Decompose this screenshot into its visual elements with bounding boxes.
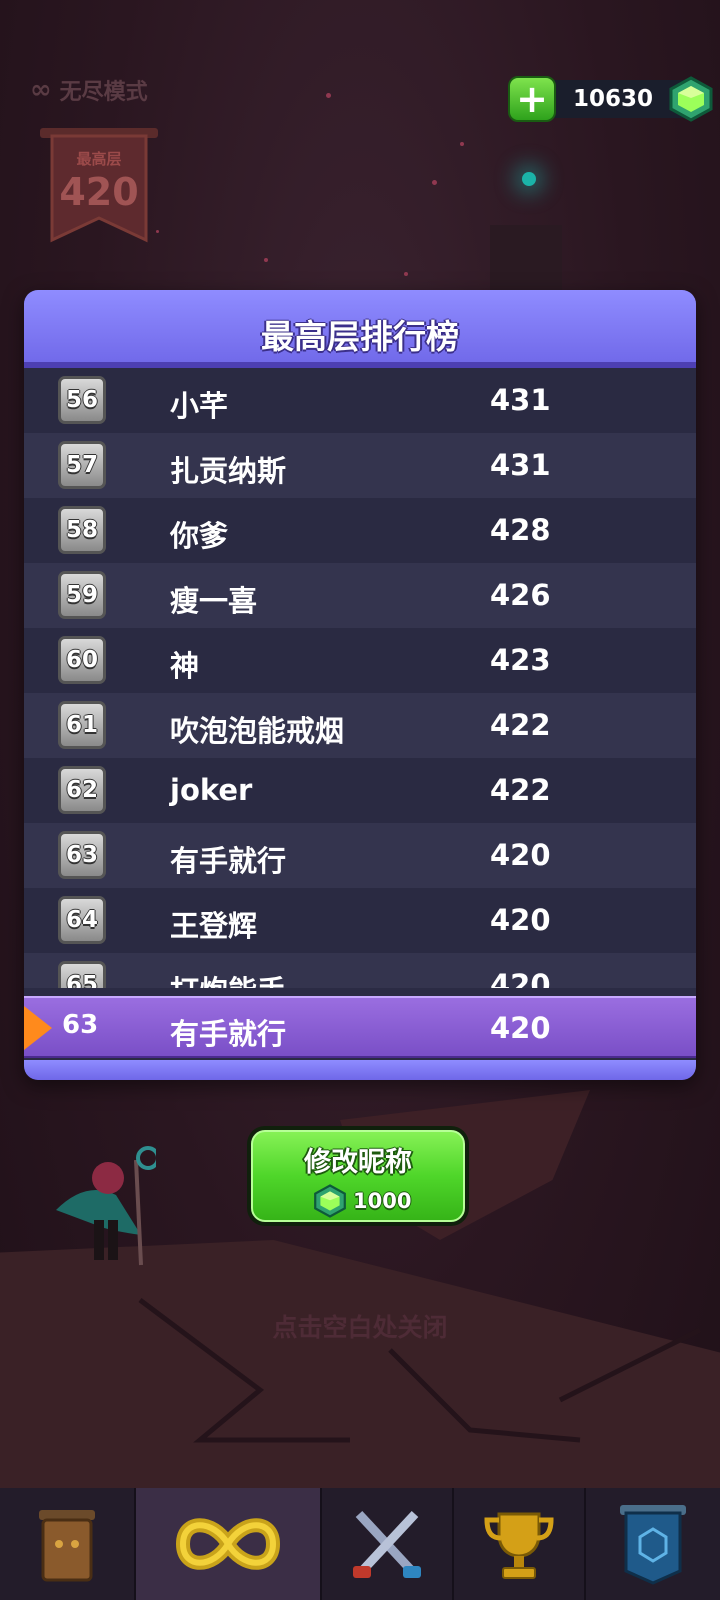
player-score: 420 bbox=[490, 838, 551, 872]
infinity-icon bbox=[175, 1518, 281, 1570]
table-row: 65 打炮能手 420 bbox=[24, 953, 696, 988]
close-hint[interactable]: 点击空白处关闭 bbox=[0, 1308, 720, 1344]
rank-badge: 56 bbox=[58, 376, 106, 424]
rank-badge: 62 bbox=[58, 766, 106, 814]
player-name: 打炮能手 bbox=[170, 968, 286, 988]
crossed-swords-icon bbox=[353, 1510, 421, 1578]
current-player-arrow-icon bbox=[24, 1006, 52, 1050]
leaderboard-list[interactable]: 56 小芊 431 57 扎贡纳斯 431 58 你爹 428 59 瘦一喜 4… bbox=[24, 368, 696, 988]
table-row: 64 王登辉 420 bbox=[24, 888, 696, 953]
player-name: 你爹 bbox=[170, 519, 229, 553]
table-row: 62 joker 422 bbox=[24, 758, 696, 823]
player-score: 423 bbox=[490, 643, 551, 677]
rank-badge: 65 bbox=[58, 961, 106, 988]
my-score: 420 bbox=[490, 1011, 551, 1045]
rank-badge: 57 bbox=[58, 441, 106, 489]
player-name: 小芊 bbox=[170, 389, 229, 423]
best-floor-banner: 最高层 420 bbox=[40, 128, 158, 246]
player-score: 428 bbox=[490, 513, 551, 547]
leaderboard-title: 最高层排行榜 bbox=[261, 317, 459, 356]
my-rank-row: 63 有手就行 420 bbox=[24, 996, 696, 1058]
player-name: 瘦一喜 bbox=[170, 584, 258, 618]
player-score: 422 bbox=[490, 708, 551, 742]
nav-endless[interactable] bbox=[136, 1488, 322, 1600]
rank-badge: 64 bbox=[58, 896, 106, 944]
panel-footer bbox=[24, 1060, 696, 1080]
rank-badge: 60 bbox=[58, 636, 106, 684]
table-row: 57 扎贡纳斯 431 bbox=[24, 433, 696, 498]
rank-badge: 61 bbox=[58, 701, 106, 749]
nav-battle[interactable] bbox=[322, 1488, 454, 1600]
rename-button[interactable]: 修改昵称 1000 bbox=[247, 1126, 469, 1226]
my-name: 有手就行 bbox=[170, 1017, 287, 1051]
player-score: 426 bbox=[490, 578, 551, 612]
rank-badge: 58 bbox=[58, 506, 106, 554]
plus-icon: + bbox=[516, 77, 548, 121]
infinity-icon: ∞ bbox=[30, 75, 52, 105]
rename-label: 修改昵称 bbox=[304, 1147, 412, 1178]
table-row: 63 有手就行 420 bbox=[24, 823, 696, 888]
leaderboard-panel: 最高层排行榜 56 小芊 431 57 扎贡纳斯 431 58 你爹 428 5… bbox=[24, 290, 696, 1080]
rank-badge: 63 bbox=[58, 831, 106, 879]
gem-currency: 10630 + bbox=[508, 76, 713, 122]
add-gems-button[interactable]: + bbox=[508, 76, 556, 122]
player-score: 431 bbox=[490, 448, 551, 482]
player-name: 王登辉 bbox=[170, 909, 258, 943]
trophy-icon bbox=[484, 1512, 554, 1579]
player-name: 神 bbox=[170, 649, 200, 683]
player-name: 扎贡纳斯 bbox=[170, 454, 287, 488]
bottom-nav bbox=[0, 1488, 720, 1600]
table-row: 56 小芊 431 bbox=[24, 368, 696, 433]
nav-shop[interactable] bbox=[0, 1488, 136, 1600]
rename-cost: 1000 bbox=[313, 1184, 411, 1218]
table-row: 58 你爹 428 bbox=[24, 498, 696, 563]
player-name: joker bbox=[170, 773, 253, 807]
rank-badge: 59 bbox=[58, 571, 106, 619]
hero-character bbox=[56, 1146, 156, 1266]
mode-label: 无尽模式 bbox=[59, 80, 148, 105]
banner-icon bbox=[620, 1505, 686, 1585]
player-name: 吹泡泡能戒烟 bbox=[170, 714, 345, 748]
rename-cost-value: 1000 bbox=[353, 1189, 412, 1213]
cabinet-icon bbox=[39, 1510, 95, 1582]
player-score: 431 bbox=[490, 383, 551, 417]
player-score: 422 bbox=[490, 773, 551, 807]
my-rank: 63 bbox=[62, 1010, 99, 1040]
gem-icon bbox=[314, 1184, 346, 1218]
leaderboard-header: 最高层排行榜 bbox=[24, 290, 696, 368]
player-score: 420 bbox=[490, 968, 551, 988]
table-row: 59 瘦一喜 426 bbox=[24, 563, 696, 628]
gem-amount: 10630 bbox=[572, 86, 654, 112]
mode-indicator: ∞ 无尽模式 bbox=[30, 74, 148, 106]
player-name: 有手就行 bbox=[170, 844, 287, 878]
nav-trophy[interactable] bbox=[454, 1488, 586, 1600]
nav-guild[interactable] bbox=[586, 1488, 720, 1600]
best-floor-label: 最高层 bbox=[76, 150, 122, 168]
table-row: 61 吹泡泡能戒烟 422 bbox=[24, 693, 696, 758]
player-score: 420 bbox=[490, 903, 551, 937]
table-row: 60 神 423 bbox=[24, 628, 696, 693]
best-floor-value: 420 bbox=[59, 170, 139, 214]
gem-icon bbox=[669, 76, 713, 122]
